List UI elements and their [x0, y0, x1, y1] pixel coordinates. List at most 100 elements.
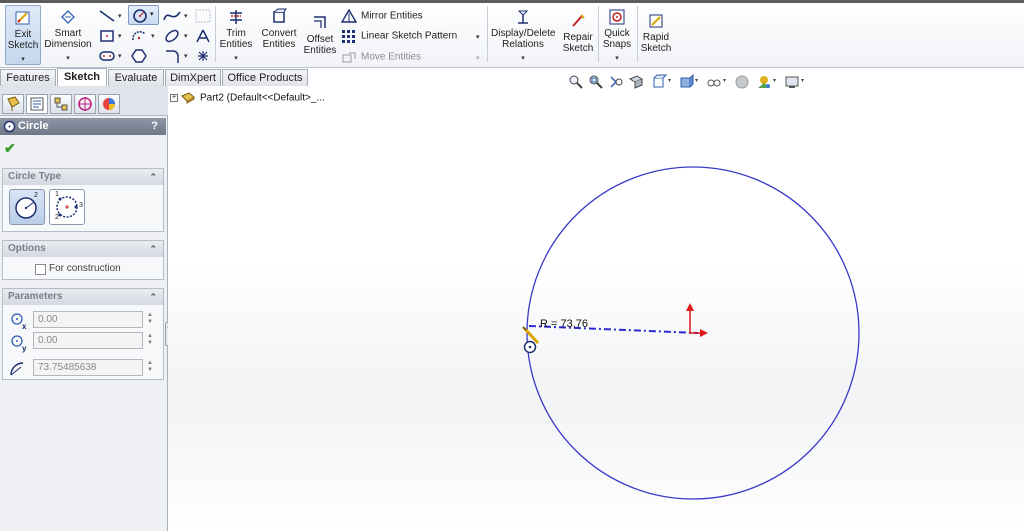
dimxpert-manager-tab[interactable] — [74, 94, 96, 114]
exit-sketch-dropdown-icon[interactable]: ▾ — [6, 54, 40, 65]
options-heading: Options — [8, 243, 46, 254]
center-y-input[interactable] — [33, 332, 143, 349]
center-y-spinner[interactable]: ▲ ▼ — [147, 333, 153, 347]
smart-dimension-label: Smart Dimension — [44, 28, 92, 50]
text-tool-icon[interactable] — [194, 28, 212, 44]
display-style-dropdown-icon[interactable]: ▾ — [695, 77, 698, 84]
circle-feature-icon — [3, 120, 16, 133]
tab-features[interactable]: Features — [0, 69, 56, 86]
display-delete-relations-button[interactable]: Display/Delete Relations ▾ — [491, 8, 555, 64]
mirror-entities-button[interactable]: Mirror Entities — [341, 9, 423, 23]
radius-icon — [10, 362, 24, 376]
circle-tool-button[interactable]: ▾ — [128, 5, 159, 25]
command-manager-tabs: Features Sketch Evaluate DimXpert Office… — [0, 68, 310, 86]
perimeter-circle-button[interactable]: 1 3 2 — [49, 189, 85, 225]
rectangle-dropdown-icon[interactable]: ▾ — [118, 32, 122, 40]
help-button[interactable]: ? — [151, 118, 158, 135]
line-dropdown-icon[interactable]: ▾ — [118, 12, 122, 20]
configuration-manager-tab[interactable] — [50, 94, 72, 114]
ellipse-tool-icon[interactable] — [163, 28, 181, 44]
move-entities-dropdown-icon[interactable]: ▾ — [476, 54, 480, 62]
options-group: Options ⌃ For construction — [2, 240, 164, 280]
radius-input[interactable] — [33, 359, 143, 376]
polygon-tool-icon[interactable] — [130, 48, 148, 64]
circle-dropdown-icon[interactable]: ▾ — [150, 10, 154, 18]
property-manager-title: Circle — [18, 120, 49, 132]
manager-tabs — [0, 86, 168, 116]
tab-dimxpert[interactable]: DimXpert — [165, 69, 221, 86]
arc-dropdown-icon[interactable]: ▾ — [151, 32, 155, 40]
tab-office-products[interactable]: Office Products — [222, 69, 308, 86]
property-manager-tab[interactable] — [26, 94, 48, 114]
center-x-subscript: x — [22, 322, 27, 331]
view-settings-dropdown-icon[interactable]: ▾ — [801, 77, 804, 84]
dimxpert-manager-icon — [78, 97, 92, 111]
display-manager-tab[interactable] — [98, 94, 120, 114]
perimeter-badge-1: 1 — [55, 191, 59, 198]
slot-tool-icon[interactable] — [98, 48, 116, 64]
ellipse-dropdown-icon[interactable]: ▾ — [184, 32, 188, 40]
graphics-area[interactable]: + Part2 (Default<<Default>_... ▾ ▾ ▾ ▾ ▾ … — [168, 74, 1024, 531]
spline-tool-icon[interactable] — [163, 8, 181, 24]
point-tool-icon[interactable] — [194, 48, 212, 64]
convert-entities-button[interactable]: Convert Entities — [257, 8, 301, 50]
linear-sketch-pattern-button[interactable]: Linear Sketch Pattern — [341, 29, 457, 43]
rapid-sketch-icon — [649, 14, 663, 28]
ok-button[interactable]: ✔ — [4, 140, 16, 157]
feature-manager-tab[interactable] — [2, 94, 24, 114]
smart-dimension-button[interactable]: Smart Dimension ▾ — [43, 8, 93, 64]
options-header[interactable]: Options ⌃ — [3, 241, 163, 257]
quick-snaps-button[interactable]: Quick Snaps ▾ — [600, 8, 634, 64]
quick-snaps-label: Quick Snaps — [602, 28, 632, 50]
center-x-spinner[interactable]: ▲ ▼ — [147, 312, 153, 326]
display-delete-relations-icon — [517, 10, 529, 24]
trim-entities-icon — [230, 10, 242, 24]
smart-dimension-dropdown-icon[interactable]: ▾ — [43, 53, 93, 64]
tab-sketch[interactable]: Sketch — [57, 68, 107, 86]
display-delete-relations-dropdown-icon[interactable]: ▾ — [491, 53, 555, 64]
fillet-dropdown-icon[interactable]: ▾ — [184, 52, 188, 60]
offset-entities-icon — [314, 16, 326, 28]
rectangle-tool-icon[interactable] — [98, 28, 116, 44]
collapse-chevron-icon[interactable]: ⌃ — [149, 289, 157, 305]
quick-snaps-dropdown-icon[interactable]: ▾ — [600, 53, 634, 64]
rapid-sketch-button[interactable]: Rapid Sketch — [639, 12, 673, 56]
for-construction-checkbox[interactable] — [35, 264, 46, 275]
radius-spinner[interactable]: ▲ ▼ — [147, 360, 153, 374]
property-manager-panel: Circle ? ✔ Circle Type ⌃ 2 1 3 2 Options… — [0, 86, 168, 531]
view-orientation-dropdown-icon[interactable]: ▾ — [668, 77, 671, 84]
repair-sketch-label: Repair Sketch — [562, 32, 594, 54]
hide-show-dropdown-icon[interactable]: ▾ — [723, 77, 726, 84]
slot-dropdown-icon[interactable]: ▾ — [118, 52, 122, 60]
center-circle-button[interactable]: 2 — [9, 189, 45, 225]
exit-sketch-button[interactable]: Exit Sketch ▾ — [5, 5, 41, 65]
trim-entities-button[interactable]: Trim Entities ▾ — [217, 8, 255, 64]
ribbon-separator — [487, 6, 488, 62]
tab-evaluate[interactable]: Evaluate — [108, 69, 164, 86]
circle-type-header[interactable]: Circle Type ⌃ — [3, 169, 163, 185]
arc-tool-icon[interactable] — [130, 28, 148, 44]
trim-entities-dropdown-icon[interactable]: ▾ — [217, 53, 255, 64]
parameters-header[interactable]: Parameters ⌃ — [3, 289, 163, 305]
repair-sketch-button[interactable]: Repair Sketch — [560, 12, 596, 56]
property-manager-icon — [30, 97, 44, 111]
fillet-tool-icon[interactable] — [163, 48, 181, 64]
smart-dimension-icon — [61, 10, 75, 24]
mirror-entities-label: Mirror Entities — [361, 10, 423, 22]
apply-scene-dropdown-icon[interactable]: ▾ — [773, 77, 776, 84]
move-entities-button[interactable]: Move Entities — [341, 50, 421, 64]
parameters-group: Parameters ⌃ x ▲▼ y ▲▼ ▲▼ — [2, 288, 164, 380]
linear-sketch-pattern-dropdown-icon[interactable]: ▾ — [476, 33, 480, 41]
spline-dropdown-icon[interactable]: ▾ — [184, 12, 188, 20]
sketch-canvas[interactable]: R = 73.76 — [168, 86, 1024, 531]
line-tool-icon[interactable] — [98, 8, 116, 24]
collapse-chevron-icon[interactable]: ⌃ — [149, 169, 157, 185]
center-x-input[interactable] — [33, 311, 143, 328]
display-manager-icon — [103, 98, 115, 110]
collapse-chevron-icon[interactable]: ⌃ — [149, 241, 157, 257]
convert-entities-icon — [273, 8, 287, 23]
center-circle-icon — [15, 197, 37, 219]
mirror-entities-icon — [341, 9, 357, 23]
offset-entities-button[interactable]: Offset Entities — [302, 14, 338, 56]
sketch-picture-icon[interactable] — [194, 8, 212, 24]
